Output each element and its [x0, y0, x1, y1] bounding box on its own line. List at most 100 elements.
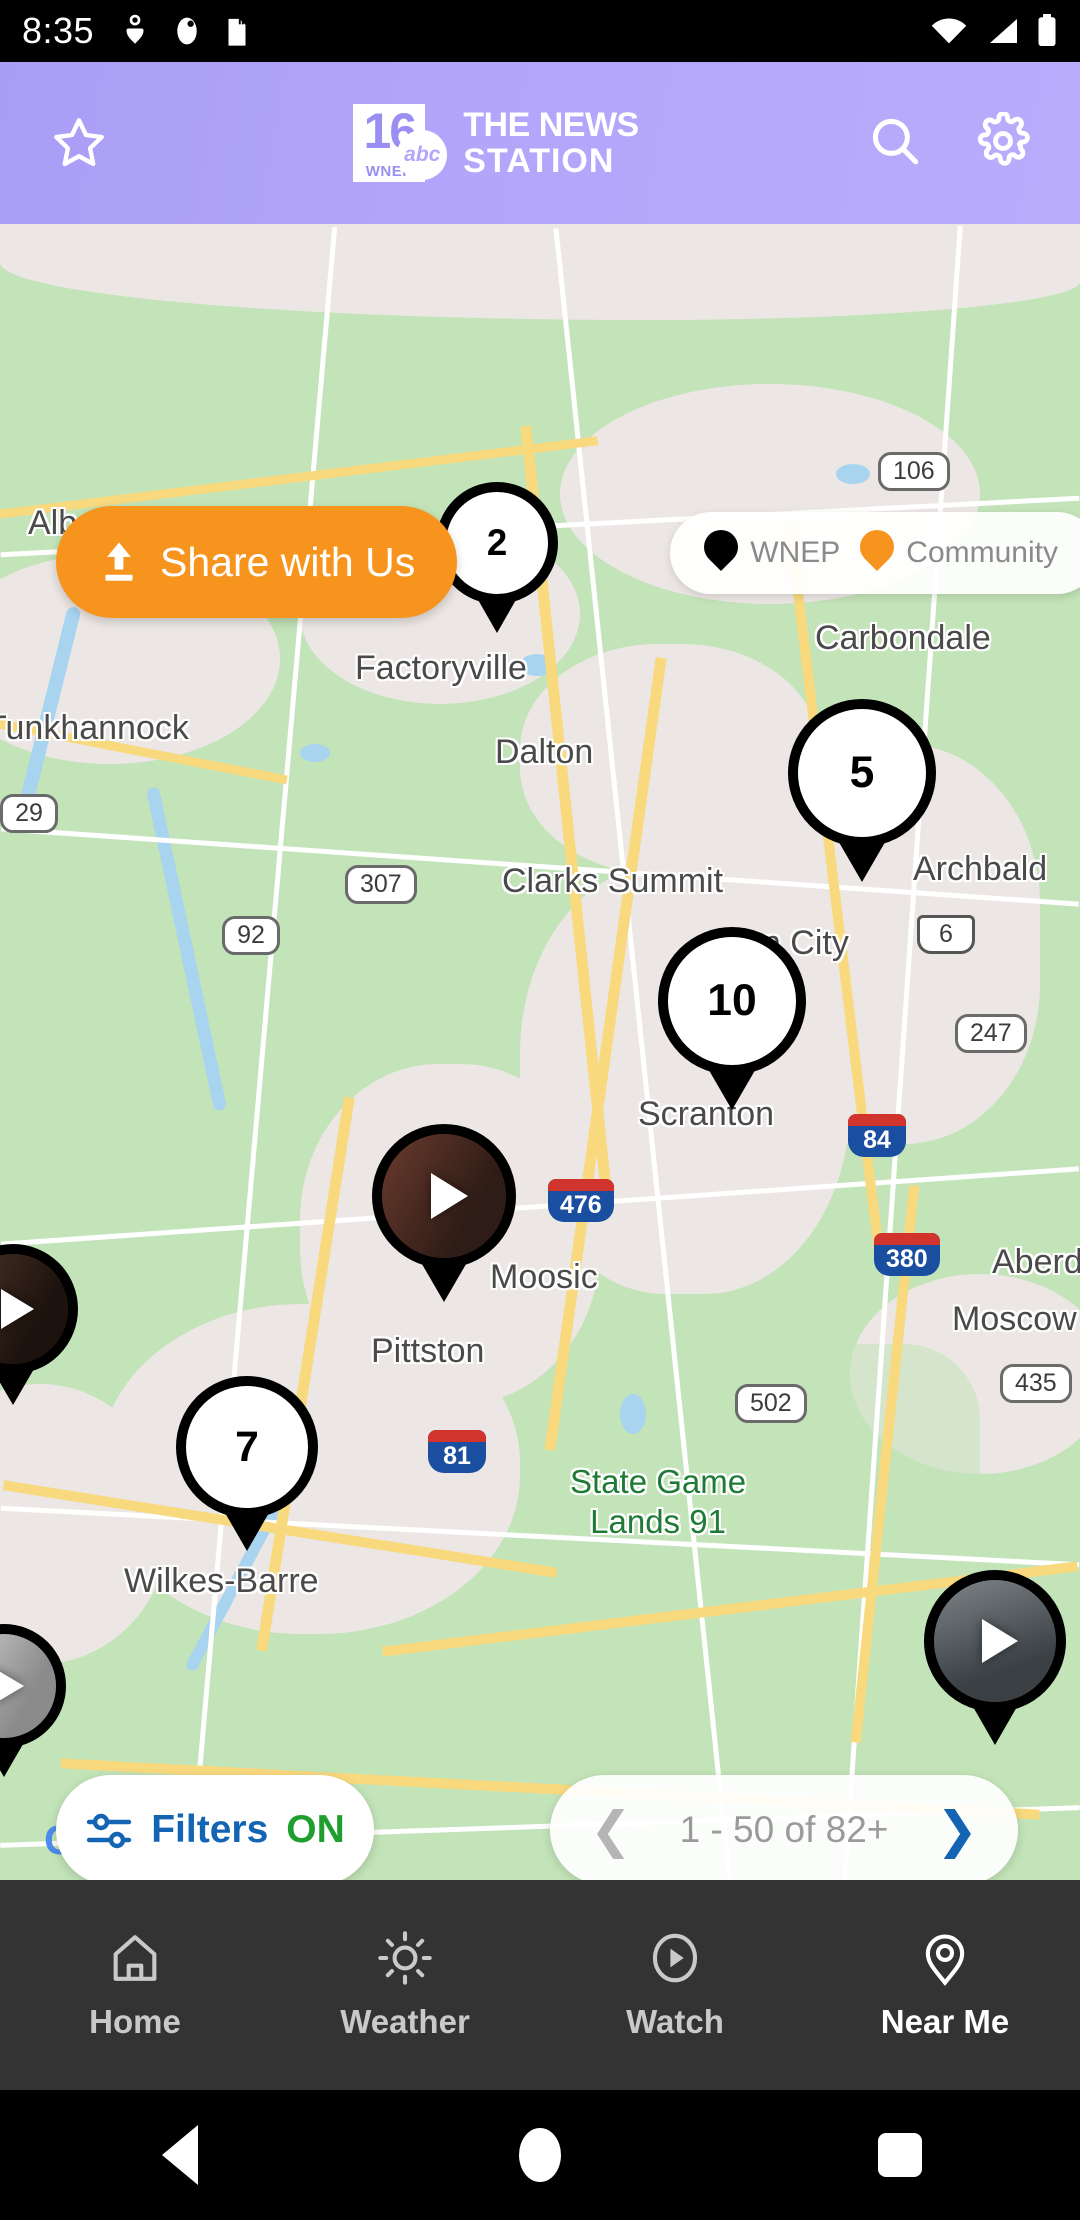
map-view[interactable]: Alb Tunkhannock Factoryville Dalton Clar…: [0, 224, 1080, 1880]
play-icon: [981, 1619, 1018, 1663]
road-shield: 502: [735, 1384, 807, 1423]
cluster-count: 5: [788, 699, 936, 847]
nav-label: Home: [89, 2003, 181, 2040]
road-shield: 84: [848, 1114, 906, 1157]
app-bar: 16 WNEP abc THE NEWS STATION: [0, 62, 1080, 224]
legend-item-community: Community: [853, 522, 1058, 576]
back-triangle-icon: [162, 2125, 198, 2185]
map-label: Tunkhannock: [0, 709, 189, 747]
logo-mark: 16 WNEP abc: [353, 104, 449, 182]
sun-icon: [378, 1931, 432, 1985]
app-bar-actions: [866, 110, 1032, 175]
wifi-icon: [931, 18, 967, 44]
sliders-icon: [87, 1813, 132, 1849]
android-navigation-bar: [0, 2090, 1080, 2220]
media-thumbnail: [372, 1124, 516, 1268]
home-icon: [113, 1935, 157, 1981]
favorites-button[interactable]: [48, 112, 138, 174]
cluster-marker[interactable]: 10: [658, 927, 806, 1110]
park-label-line1: State Game: [570, 1463, 747, 1500]
settings-button[interactable]: [974, 110, 1032, 175]
nav-label: Near Me: [880, 2003, 1010, 2040]
nav-item-weather[interactable]: Weather: [270, 1929, 540, 2041]
road-shield: 247: [955, 1014, 1027, 1053]
nav-item-home[interactable]: Home: [0, 1929, 270, 2041]
road-shield: 92: [222, 916, 280, 955]
nav-label: Weather: [340, 2003, 470, 2040]
filters-button[interactable]: Filters ON: [56, 1775, 374, 1880]
media-thumbnail: [0, 1244, 78, 1374]
map-label: Carbondale: [815, 619, 991, 657]
map-label: Factoryville: [355, 649, 527, 687]
map-label: Aberd: [992, 1243, 1080, 1281]
media-marker[interactable]: [372, 1124, 516, 1302]
cluster-count: 7: [176, 1376, 318, 1518]
filters-state: ON: [286, 1808, 345, 1851]
pagination-range: 1 - 50 of 82+: [679, 1809, 889, 1850]
media-marker[interactable]: [924, 1570, 1066, 1746]
search-button[interactable]: [866, 112, 924, 175]
battery-icon: [1038, 14, 1056, 47]
logo-tagline-line2: STATION: [463, 142, 615, 180]
status-left-icons: [120, 14, 250, 48]
chevron-left-icon[interactable]: ❮: [590, 1805, 632, 1855]
bottom-navigation: Home Weather Watch Near Me: [0, 1880, 1080, 2090]
cluster-marker[interactable]: 2: [436, 482, 558, 633]
map-label: Archbald: [913, 850, 1048, 888]
status-bar: 8:35: [0, 0, 1080, 62]
map-label: Dalton: [495, 733, 594, 771]
road-shield: 380: [874, 1233, 940, 1276]
cluster-count: 10: [658, 927, 806, 1075]
filters-label: Filters: [151, 1808, 269, 1851]
legend-label: WNEP: [750, 536, 841, 569]
map-legend: WNEP Community: [670, 512, 1080, 594]
legend-pin-icon: [853, 522, 902, 576]
media-marker[interactable]: [0, 1244, 78, 1405]
play-icon: [1, 1289, 35, 1329]
phone-screen: 8:35 16 WNEP abc THE NEWS STATION Alb Tu…: [0, 0, 1080, 2220]
cluster-marker[interactable]: 7: [176, 1376, 318, 1552]
recents-square-icon: [878, 2133, 922, 2177]
location-sharing-icon: [126, 14, 144, 44]
cluster-count: 2: [436, 482, 558, 604]
status-time: 8:35: [22, 10, 95, 51]
share-with-us-button[interactable]: Share with Us: [56, 506, 458, 618]
map-canvas: Alb Tunkhannock Factoryville Dalton Clar…: [0, 224, 1080, 1880]
do-not-disturb-icon: [177, 17, 197, 45]
station-logo: 16 WNEP abc THE NEWS STATION: [138, 104, 866, 182]
logo-network: abc: [397, 130, 448, 180]
map-label: Pittston: [371, 1332, 485, 1370]
map-label: Moscow: [952, 1300, 1077, 1338]
road-shield: 307: [345, 865, 417, 904]
legend-label: Community: [906, 536, 1058, 569]
map-park-label: State Game Lands 91: [570, 1462, 746, 1542]
gear-icon: [977, 110, 1030, 166]
upload-icon: [105, 542, 133, 581]
media-marker[interactable]: [0, 1624, 66, 1778]
android-recents-button[interactable]: [720, 2133, 1080, 2177]
search-icon: [872, 118, 919, 164]
android-home-button[interactable]: [360, 2128, 720, 2182]
logo-tagline: THE NEWS STATION: [463, 106, 639, 180]
chevron-right-icon[interactable]: ❯: [936, 1805, 978, 1855]
nav-item-near-me[interactable]: Near Me: [810, 1929, 1080, 2041]
nav-item-watch[interactable]: Watch: [540, 1929, 810, 2041]
media-thumbnail: [0, 1624, 66, 1748]
status-right-icons: [930, 14, 1058, 48]
cellular-signal-icon: [990, 19, 1017, 43]
legend-item-wnep: WNEP: [697, 522, 841, 576]
pagination-control: ❮ 1 - 50 of 82+ ❯: [550, 1775, 1018, 1880]
share-with-us-label: Share with Us: [160, 538, 416, 585]
logo-tagline-line1: THE NEWS: [463, 106, 639, 144]
road-shield: 435: [1000, 1364, 1072, 1403]
media-thumbnail: [924, 1570, 1066, 1712]
road-shield: 106: [878, 452, 950, 491]
cluster-marker[interactable]: 5: [788, 699, 936, 882]
map-label: Clarks Summit: [502, 862, 724, 900]
android-back-button[interactable]: [0, 2125, 360, 2185]
road-shield: 476: [548, 1179, 614, 1222]
sd-card-icon: [228, 17, 246, 46]
park-label-line2: Lands 91: [590, 1503, 726, 1540]
legend-pin-icon: [697, 522, 746, 576]
road-shield: 29: [0, 794, 58, 833]
